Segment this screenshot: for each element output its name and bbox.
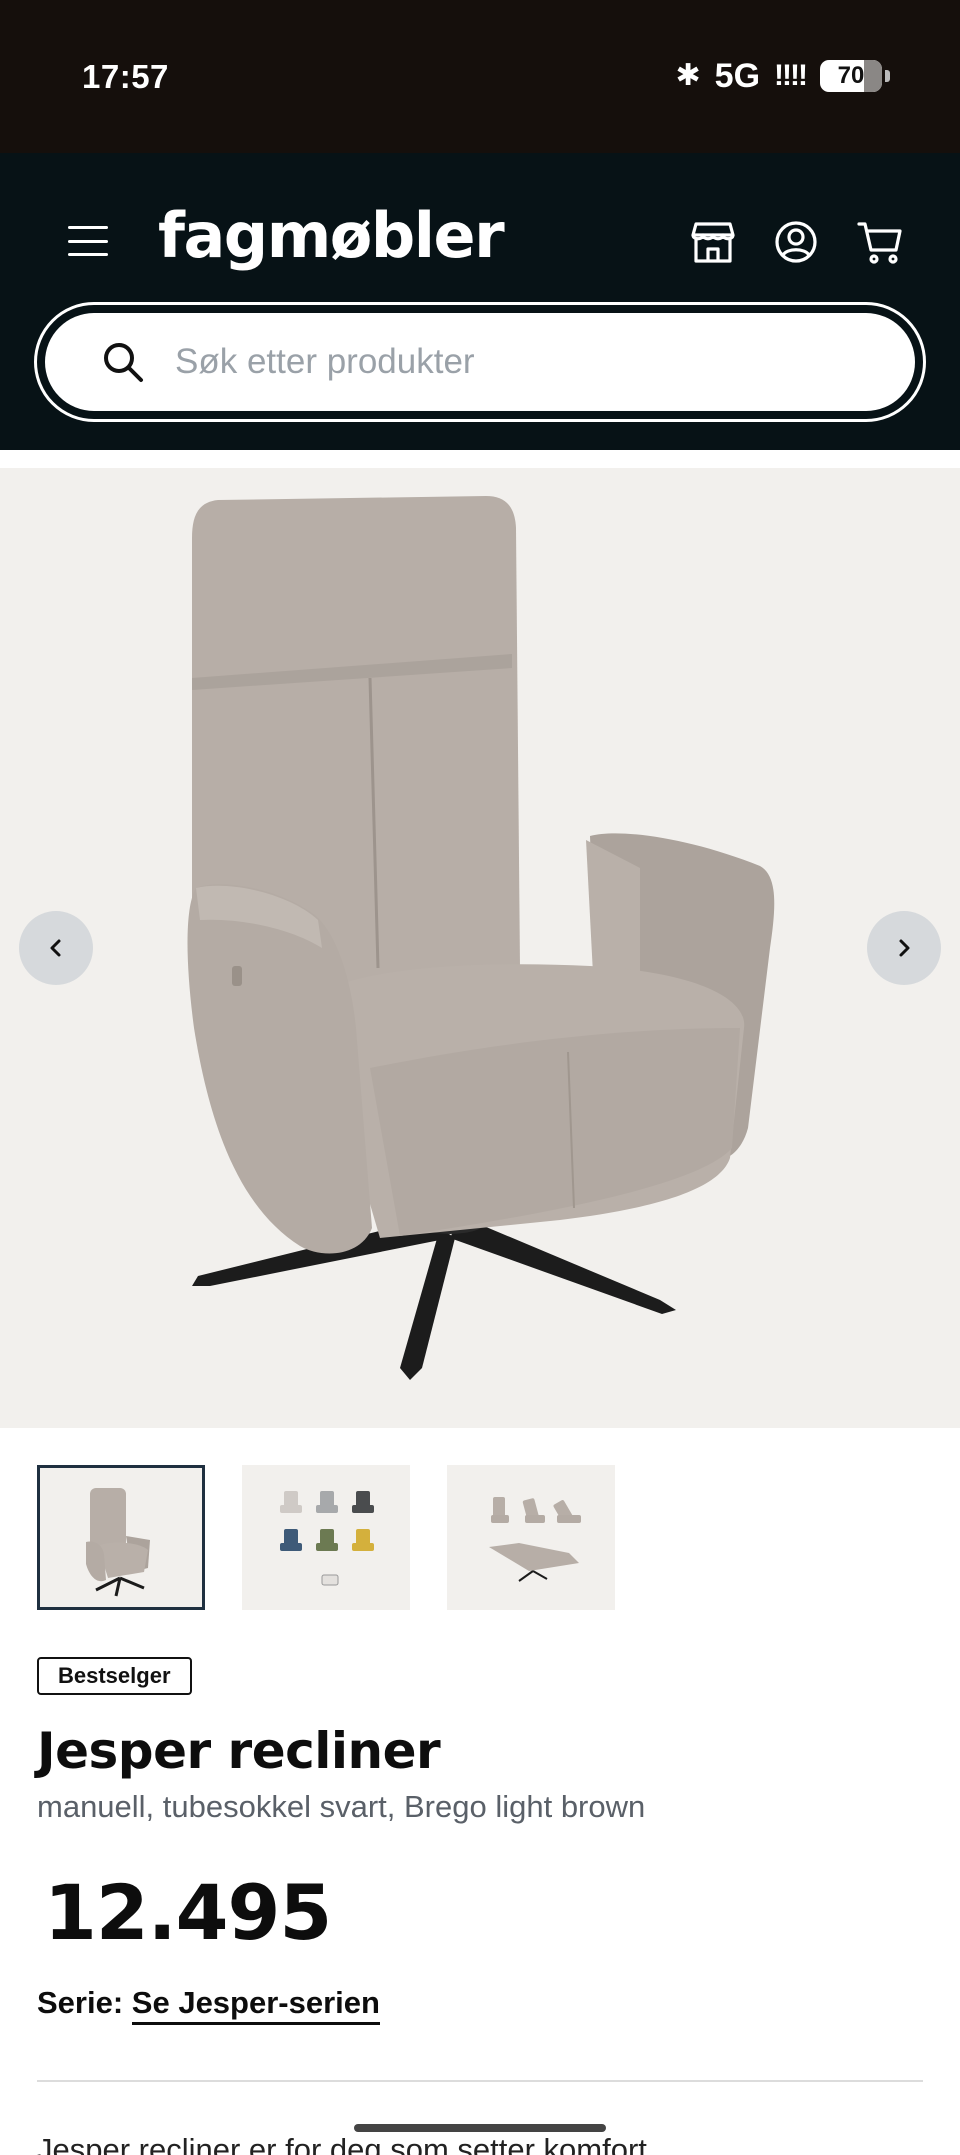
next-image-button[interactable] xyxy=(867,911,941,985)
product-image xyxy=(187,496,775,1380)
battery-level: 70 xyxy=(837,62,865,89)
home-indicator[interactable] xyxy=(354,2124,606,2132)
menu-icon[interactable] xyxy=(68,226,108,256)
store-icon[interactable] xyxy=(689,218,737,266)
cart-icon[interactable] xyxy=(856,218,904,266)
search-icon xyxy=(104,343,143,382)
chevron-left-icon xyxy=(50,939,61,957)
thumbnail-recline-positions[interactable] xyxy=(447,1465,615,1610)
status-indicators: ✱ 5G !!!! 70 xyxy=(675,56,890,96)
search-input[interactable] xyxy=(175,342,875,382)
search-bar[interactable] xyxy=(34,302,926,422)
series-link[interactable]: Se Jesper-serien xyxy=(131,1985,380,2025)
account-icon[interactable] xyxy=(772,218,820,266)
status-bar: 17:57 ✱ 5G !!!! 70 xyxy=(0,0,960,153)
bluetooth-icon: ✱ xyxy=(675,59,701,92)
divider xyxy=(37,2080,923,2082)
signal-icon: !!!! xyxy=(774,59,808,92)
product-price: 12.495 xyxy=(44,1868,332,1957)
product-gallery[interactable] xyxy=(0,468,960,1428)
battery-icon: 70 xyxy=(820,60,890,92)
chevron-right-icon xyxy=(899,939,910,957)
product-variant: manuell, tubesokkel svart, Brego light b… xyxy=(37,1789,646,1824)
series-row: Serie: Se Jesper-serien xyxy=(37,1985,380,2025)
thumbnail-strip xyxy=(37,1465,615,1610)
thumbnail-chair-front[interactable] xyxy=(37,1465,205,1610)
product-title: Jesper recliner xyxy=(37,1722,441,1780)
network-type: 5G xyxy=(714,57,761,95)
bestseller-badge: Bestselger xyxy=(37,1657,192,1695)
previous-image-button[interactable] xyxy=(19,911,93,985)
site-logo[interactable]: fagmøbler xyxy=(158,196,505,276)
product-description: Jesper recliner er for deg som setter ko… xyxy=(37,2132,647,2155)
series-label: Serie: xyxy=(37,1985,124,2020)
thumbnail-color-variants[interactable] xyxy=(242,1465,410,1610)
status-time: 17:57 xyxy=(82,58,169,95)
